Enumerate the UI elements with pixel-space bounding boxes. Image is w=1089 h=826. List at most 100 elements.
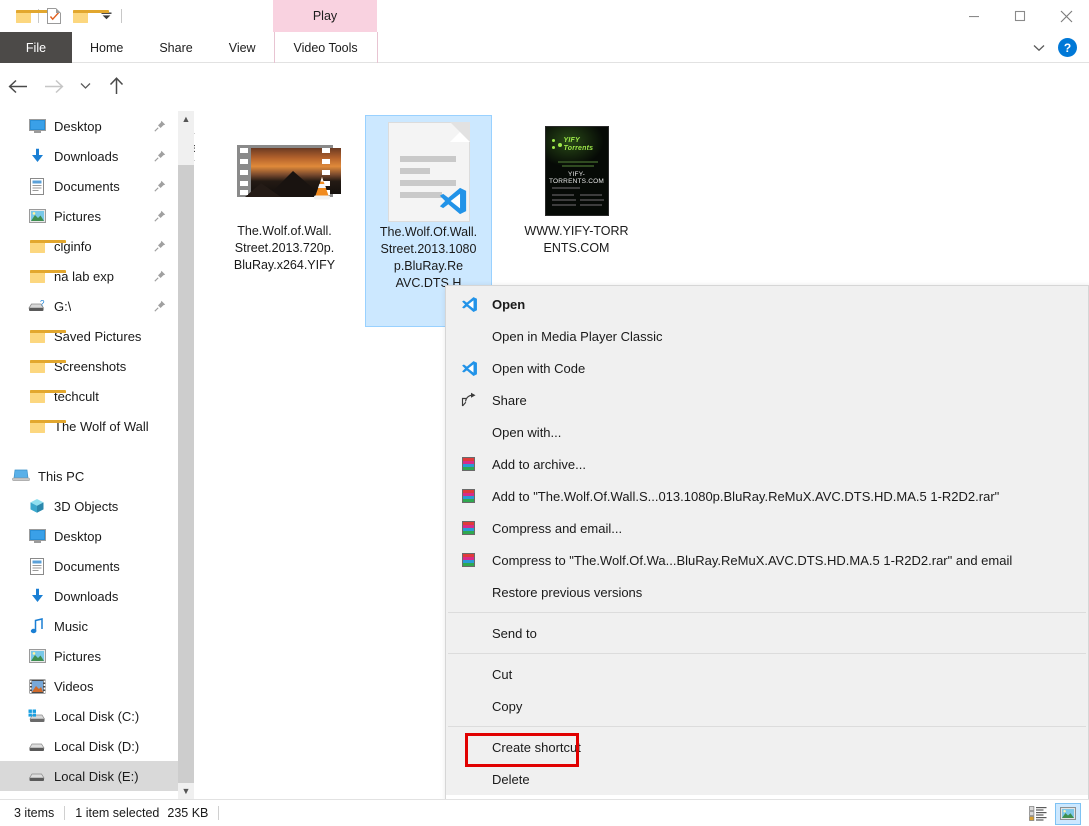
menu-item-open[interactable]: Open bbox=[446, 288, 1088, 320]
sidebar-label: Videos bbox=[54, 678, 94, 694]
sidebar-item-local-disk-c[interactable]: Local Disk (C:) bbox=[0, 701, 178, 731]
sidebar-item-pictures[interactable]: Pictures bbox=[0, 201, 178, 231]
properties-icon[interactable] bbox=[41, 0, 67, 32]
customize-chevron-icon[interactable] bbox=[93, 0, 119, 32]
sidebar-item-this-pc[interactable]: This PC bbox=[0, 461, 178, 491]
sidebar-label: Music bbox=[54, 618, 88, 634]
maximize-button[interactable] bbox=[997, 0, 1043, 32]
sidebar-item-local-disk-d[interactable]: Local Disk (D:) bbox=[0, 731, 178, 761]
menu-item-label: Add to archive... bbox=[492, 456, 586, 472]
folder-icon bbox=[28, 357, 66, 375]
pin-icon[interactable] bbox=[154, 210, 166, 222]
sidebar-label: Local Disk (C:) bbox=[54, 708, 140, 724]
sidebar-item-pc-downloads[interactable]: Downloads bbox=[0, 581, 178, 611]
details-view-button[interactable] bbox=[1025, 803, 1051, 825]
help-button[interactable]: ? bbox=[1058, 38, 1077, 57]
pictures-icon bbox=[28, 207, 46, 225]
sidebar-label: Documents bbox=[54, 558, 120, 574]
sidebar-item-downloads[interactable]: Downloads bbox=[0, 141, 178, 171]
details-view-icon bbox=[1029, 806, 1047, 821]
sidebar-item-local-disk-e[interactable]: Local Disk (E:) bbox=[0, 761, 178, 791]
pin-icon[interactable] bbox=[154, 150, 166, 162]
item-count-label: 3 items bbox=[14, 806, 55, 820]
ribbon-right-controls: ? bbox=[1026, 32, 1085, 63]
menu-item-share[interactable]: Share bbox=[446, 384, 1088, 416]
recent-locations-button[interactable] bbox=[72, 64, 98, 108]
sidebar-item-3d-objects[interactable]: 3D Objects bbox=[0, 491, 178, 521]
scroll-up-arrow-icon[interactable]: ▲ bbox=[178, 111, 194, 127]
pin-icon[interactable] bbox=[154, 300, 166, 312]
navigation-pane-scrollbar[interactable]: ▲ ▼ bbox=[178, 111, 194, 799]
sidebar-item-the-wolf-of-wall[interactable]: The Wolf of Wall bbox=[0, 411, 178, 441]
file-name-line: BluRay.x264.YIFY bbox=[233, 258, 336, 272]
navigation-buttons bbox=[0, 64, 134, 108]
arrow-up-icon bbox=[109, 77, 123, 94]
menu-item-label: Send to bbox=[492, 625, 537, 641]
sidebar-item-clginfo[interactable]: clginfo bbox=[0, 231, 178, 261]
large-icons-view-icon bbox=[1060, 807, 1076, 820]
navigation-pane[interactable]: Desktop Downloads Documents Pictures clg… bbox=[0, 111, 178, 799]
menu-item-add-to-named-archive[interactable]: Add to "The.Wolf.Of.Wall.S...013.1080p.B… bbox=[446, 480, 1088, 512]
menu-item-open-with[interactable]: Open with... bbox=[446, 416, 1088, 448]
quick-access-toolbar bbox=[10, 0, 124, 32]
tab-file[interactable]: File bbox=[0, 32, 72, 63]
folder-icon[interactable] bbox=[10, 0, 52, 32]
tab-video-tools[interactable]: Video Tools bbox=[273, 32, 378, 63]
pin-icon[interactable] bbox=[154, 180, 166, 192]
downloads-icon bbox=[28, 147, 46, 165]
contextual-tab-header: Play bbox=[273, 0, 377, 32]
menu-item-label: Open in Media Player Classic bbox=[492, 328, 663, 344]
up-button[interactable] bbox=[98, 64, 134, 108]
scroll-down-arrow-icon[interactable]: ▼ bbox=[178, 783, 194, 799]
desktop-icon bbox=[28, 117, 46, 135]
sidebar-item-music[interactable]: Music bbox=[0, 611, 178, 641]
svg-text:?: ? bbox=[40, 299, 45, 308]
file-item-720p[interactable]: The.Wolf.of.Wall. Street.2013.720p. BluR… bbox=[221, 115, 348, 274]
sidebar-item-techcult[interactable]: techcult bbox=[0, 381, 178, 411]
menu-item-label: Open with... bbox=[492, 424, 562, 440]
file-name-line: The.Wolf.Of.Wall. bbox=[379, 225, 478, 239]
menu-item-send-to[interactable]: Send to bbox=[446, 617, 1088, 649]
tab-share[interactable]: Share bbox=[141, 32, 210, 63]
vscode-icon bbox=[460, 295, 478, 313]
file-explorer-window: Play File Home Share View Video Tools ? … bbox=[0, 0, 1089, 826]
sidebar-item-videos[interactable]: Videos bbox=[0, 671, 178, 701]
menu-item-add-to-archive[interactable]: Add to archive... bbox=[446, 448, 1088, 480]
back-button[interactable] bbox=[0, 64, 36, 108]
sidebar-item-pc-desktop[interactable]: Desktop bbox=[0, 521, 178, 551]
menu-item-compress-to-named-and-email[interactable]: Compress to "The.Wolf.Of.Wa...BluRay.ReM… bbox=[446, 544, 1088, 576]
file-name-line: ENTS.COM bbox=[543, 241, 610, 255]
tab-home[interactable]: Home bbox=[72, 32, 141, 63]
close-button[interactable] bbox=[1043, 0, 1089, 32]
menu-item-open-in-media-player-classic[interactable]: Open in Media Player Classic bbox=[446, 320, 1088, 352]
menu-item-copy[interactable]: Copy bbox=[446, 690, 1088, 722]
collapse-ribbon-button[interactable] bbox=[1026, 32, 1052, 63]
pin-icon[interactable] bbox=[154, 120, 166, 132]
sidebar-item-screenshots[interactable]: Screenshots bbox=[0, 351, 178, 381]
ribbon-tab-bar: File Home Share View Video Tools ? bbox=[0, 32, 1089, 63]
sidebar-item-na-lab-exp[interactable]: na lab exp bbox=[0, 261, 178, 291]
menu-item-cut[interactable]: Cut bbox=[446, 658, 1088, 690]
maximize-icon bbox=[1014, 10, 1026, 22]
menu-item-open-with-code[interactable]: Open with Code bbox=[446, 352, 1088, 384]
sidebar-item-documents[interactable]: Documents bbox=[0, 171, 178, 201]
pin-icon[interactable] bbox=[154, 240, 166, 252]
menu-item-create-shortcut[interactable]: Create shortcut bbox=[446, 731, 1088, 763]
menu-item-compress-and-email[interactable]: Compress and email... bbox=[446, 512, 1088, 544]
sidebar-item-pc-pictures[interactable]: Pictures bbox=[0, 641, 178, 671]
selection-size-label: 235 KB bbox=[167, 806, 209, 820]
sidebar-item-saved-pictures[interactable]: Saved Pictures bbox=[0, 321, 178, 351]
menu-item-restore-previous-versions[interactable]: Restore previous versions bbox=[446, 576, 1088, 608]
context-menu[interactable]: Open Open in Media Player Classic Open w… bbox=[445, 285, 1089, 826]
sidebar-item-pc-documents[interactable]: Documents bbox=[0, 551, 178, 581]
tab-view[interactable]: View bbox=[211, 32, 274, 63]
file-item-yify-image[interactable]: YIFY Torrents YIFY-TORRENTS.COM WWW.YIFY… bbox=[513, 115, 640, 257]
menu-item-delete[interactable]: Delete bbox=[446, 763, 1088, 795]
scrollbar-thumb[interactable] bbox=[178, 165, 194, 783]
sidebar-item-desktop[interactable]: Desktop bbox=[0, 111, 178, 141]
new-folder-icon[interactable] bbox=[67, 0, 109, 32]
pin-icon[interactable] bbox=[154, 270, 166, 282]
large-icons-view-button[interactable] bbox=[1055, 802, 1081, 825]
sidebar-item-g-drive[interactable]: ? G:\ bbox=[0, 291, 178, 321]
minimize-button[interactable] bbox=[951, 0, 997, 32]
